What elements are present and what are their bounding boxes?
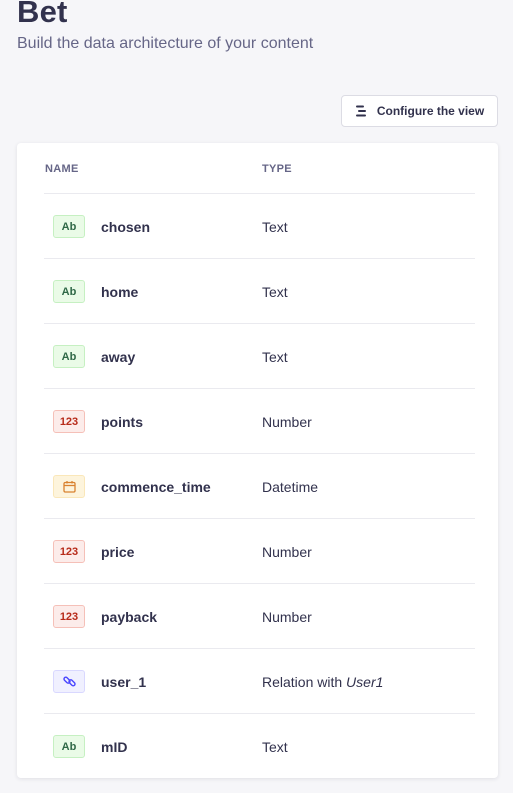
configure-view-button[interactable]: Configure the view xyxy=(341,95,498,127)
table-row[interactable]: 123 payback Number xyxy=(44,584,475,649)
table-row[interactable]: Ab chosen Text xyxy=(44,194,475,259)
field-type: Number xyxy=(262,609,312,625)
table-row[interactable]: Ab mID Text xyxy=(44,714,475,779)
text-type-badge: Ab xyxy=(53,735,85,758)
table-header: NAME TYPE xyxy=(44,143,475,194)
page-subtitle: Build the data architecture of your cont… xyxy=(17,35,314,52)
configure-view-label: Configure the view xyxy=(376,104,485,118)
field-type-label: Text xyxy=(262,349,288,365)
field-type: Relation with User1 xyxy=(262,674,383,690)
field-name: home xyxy=(101,284,139,300)
relation-target: User1 xyxy=(346,674,384,690)
table-row[interactable]: 123 points Number xyxy=(44,389,475,454)
table-row[interactable]: Ab away Text xyxy=(44,324,475,389)
field-type: Text xyxy=(262,739,288,755)
number-type-badge: 123 xyxy=(53,410,85,433)
table-row[interactable]: commence_time Datetime xyxy=(44,454,475,519)
number-type-badge: 123 xyxy=(53,540,85,563)
field-type-label: Text xyxy=(262,284,288,300)
column-header-name: NAME xyxy=(45,163,79,175)
field-type-label: Datetime xyxy=(262,479,319,495)
field-name: payback xyxy=(101,609,158,625)
field-name: price xyxy=(101,544,135,560)
table-row[interactable]: user_1 Relation with User1 xyxy=(44,649,475,714)
field-name: commence_time xyxy=(101,479,211,495)
link-icon xyxy=(53,670,85,693)
field-type: Text xyxy=(262,284,288,300)
fields-table: NAME TYPE Ab chosen Text Ab home Text Ab away Te… xyxy=(17,143,498,778)
field-type: Text xyxy=(262,349,288,365)
field-type: Number xyxy=(262,414,312,430)
field-type-label: Text xyxy=(262,219,288,235)
field-name: points xyxy=(101,414,143,430)
table-row[interactable]: Ab home Text xyxy=(44,259,475,324)
text-type-badge: Ab xyxy=(53,280,85,303)
field-type-label: Text xyxy=(262,739,288,755)
text-type-badge: Ab xyxy=(53,215,85,238)
field-name: chosen xyxy=(101,219,151,235)
field-name: mID xyxy=(101,739,128,755)
text-type-badge: Ab xyxy=(53,345,85,368)
table-body: Ab chosen Text Ab home Text Ab away Text 123 point… xyxy=(44,194,475,779)
field-type-label: Number xyxy=(262,544,312,560)
field-type-label: Number xyxy=(262,414,312,430)
field-name: away xyxy=(101,349,136,365)
field-type-label: Relation with xyxy=(262,674,347,690)
content-type-page: Bet Build the data architecture of your … xyxy=(0,0,513,793)
field-type-label: Number xyxy=(262,609,312,625)
calendar-icon xyxy=(53,475,85,498)
field-type: Text xyxy=(262,219,288,235)
number-type-badge: 123 xyxy=(53,605,85,628)
table-row[interactable]: 123 price Number xyxy=(44,519,475,584)
column-header-type: TYPE xyxy=(262,163,292,175)
page-title: Bet xyxy=(17,0,68,29)
field-type: Datetime xyxy=(262,479,318,495)
list-settings-icon xyxy=(355,105,368,117)
field-name: user_1 xyxy=(101,674,147,690)
field-type: Number xyxy=(262,544,312,560)
